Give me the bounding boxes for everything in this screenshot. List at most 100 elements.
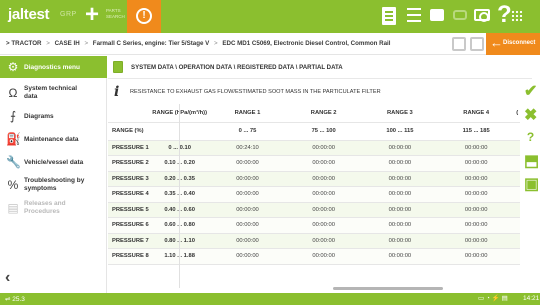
- sidebar-item-releases-procedures[interactable]: ▤ Releases and Procedures: [0, 197, 107, 219]
- data-table: RANGE (hPa/(m³/h)) RANGE 1 RANGE 2 RANGE…: [108, 104, 520, 265]
- table-row: PRESSURE 30.20 ... 0.3500:00:0000:00:000…: [108, 171, 520, 187]
- disconnect-button[interactable]: ← Disconnect: [486, 33, 540, 55]
- table-cell: 00:00:00: [361, 233, 439, 249]
- add-icon[interactable]: +: [85, 3, 99, 27]
- sidebar-item-label: Releases and Procedures: [24, 200, 66, 215]
- table-cell: 00:00:00: [438, 186, 515, 203]
- breadcrumb-item-vehicle-type[interactable]: TRACTOR: [11, 40, 41, 47]
- table-cell: 00:00:00: [361, 171, 439, 187]
- table-cell: 00:00:00: [285, 171, 362, 187]
- table-header-cell: RANGE 4: [438, 104, 515, 123]
- row-label: PRESSURE 8: [108, 248, 150, 265]
- report-icon[interactable]: [382, 7, 396, 25]
- table-cell: 00:00:00: [438, 202, 515, 218]
- breadcrumb-separator: >: [214, 40, 218, 47]
- row-label: PRESSURE 2: [108, 155, 150, 172]
- sidebar-item-label: Diagnostics menu: [24, 64, 80, 71]
- row-label: PRESSURE 4: [108, 186, 150, 203]
- apps-grid-icon[interactable]: [511, 10, 523, 22]
- table-row: PRESSURE 50.40 ... 0.6000:00:0000:00:000…: [108, 202, 520, 218]
- clock: 14:21: [523, 295, 540, 302]
- sidebar: ⚙ Diagnostics menu Ω System technical da…: [0, 56, 107, 293]
- table-row: PRESSURE 20.10 ... 0.2000:00:0000:00:000…: [108, 155, 520, 172]
- breadcrumb: > TRACTOR > CASE IH > Farmall C Series, …: [6, 40, 391, 47]
- table-header-cell: RANGE (%): [108, 122, 150, 141]
- sidebar-item-vehicle-vessel-data[interactable]: 🔧 Vehicle/vessel data: [0, 151, 107, 173]
- info-text: RESISTANCE TO EXHAUST GAS FLOW/ESTIMATED…: [130, 89, 381, 95]
- row-label: PRESSURE 1: [108, 140, 150, 156]
- vehicle-icon[interactable]: [453, 10, 467, 20]
- print-icon[interactable]: [430, 9, 444, 21]
- parts-search-button[interactable]: PARTS SEARCH: [106, 8, 126, 20]
- sidebar-item-diagnostics-menu[interactable]: ⚙ Diagnostics menu: [0, 56, 107, 78]
- row-label: PRESSURE 5: [108, 202, 150, 218]
- table-cell: 00:00:00: [285, 140, 362, 156]
- settings-toggle-icon[interactable]: [470, 37, 484, 51]
- disconnect-label: Disconnect: [503, 40, 536, 46]
- column-divider: [179, 104, 180, 288]
- table-row: PRESSURE 81.10 ... 1.8800:00:0000:00:000…: [108, 248, 520, 265]
- pages-icon[interactable]: ▣: [524, 177, 539, 193]
- document-icon: [113, 61, 123, 73]
- help-icon[interactable]: ?: [497, 3, 512, 27]
- status-bar: ⇌ 25.3 ▭ ◔ ⚡ ▤ 14:21: [0, 293, 540, 305]
- table-row: PRESSURE 60.60 ... 0.8000:00:0000:00:000…: [108, 217, 520, 234]
- table-cell: 00:00:00: [285, 186, 362, 203]
- horizontal-scrollbar[interactable]: [108, 287, 520, 290]
- check-icon[interactable]: ✔: [524, 84, 537, 100]
- info-row: i RESISTANCE TO EXHAUST GAS FLOW/ESTIMAT…: [108, 80, 532, 104]
- wrench-icon: 🔧: [6, 155, 21, 169]
- info-alert-icon: !: [136, 8, 152, 24]
- table-cell: 00:00:00: [361, 186, 439, 203]
- status-icons: ▭ ◔ ⚡ ▤: [478, 295, 508, 302]
- table-cell: 00:00:00: [438, 217, 515, 234]
- row-label: PRESSURE 6: [108, 217, 150, 234]
- close-icon[interactable]: ✖: [524, 108, 537, 124]
- back-chevron-icon[interactable]: ‹: [5, 269, 10, 287]
- table-cell: 00:00:00: [209, 171, 286, 187]
- table-cell: 00:00:00: [438, 171, 515, 187]
- table-header-cell: RANGE 3: [361, 104, 439, 123]
- table-cell: 00:00:00: [438, 248, 515, 265]
- table-header-cell: RANGE 1: [209, 104, 286, 123]
- data-table-container[interactable]: RANGE (hPa/(m³/h)) RANGE 1 RANGE 2 RANGE…: [108, 104, 520, 290]
- breadcrumb-separator: >: [84, 40, 89, 47]
- table-cell: 00:00:00: [209, 233, 286, 249]
- sidebar-item-system-technical-data[interactable]: Ω System technical data: [0, 82, 107, 104]
- table-subheader-row: RANGE (%) 0 ... 75 75 ... 100 100 ... 11…: [108, 122, 520, 141]
- table-cell: 00:00:00: [361, 155, 439, 172]
- sidebar-item-maintenance-data[interactable]: ⛽ Maintenance data: [0, 128, 107, 150]
- table-row: PRESSURE 10 ... 0.10 00:24:10 00:00:00 00:0…: [108, 140, 520, 156]
- table-cell: 00:00:00: [438, 140, 515, 156]
- export-icon[interactable]: ⬒: [524, 154, 539, 170]
- breadcrumb-item-brand[interactable]: CASE IH: [55, 40, 80, 47]
- table-cell: 00:00:00: [438, 155, 515, 172]
- section-path-title: SYSTEM DATA \ OPERATION DATA \ REGISTERE…: [131, 64, 343, 71]
- table-cell: 00:24:10: [209, 140, 286, 156]
- table-row: PRESSURE 70.80 ... 1.1000:00:0000:00:000…: [108, 233, 520, 249]
- grp-button[interactable]: GRP: [60, 11, 77, 18]
- info-icon: i: [114, 84, 120, 100]
- warning-button[interactable]: !: [127, 0, 161, 33]
- camera-icon[interactable]: [474, 9, 490, 22]
- top-toolbar: jaltest GRP + PARTS SEARCH ! ?: [0, 0, 540, 33]
- table-header-cell: 0 ... 75: [209, 122, 286, 141]
- sidebar-item-label: Vehicle/vessel data: [24, 159, 84, 166]
- list-icon[interactable]: [407, 8, 421, 22]
- breadcrumb-item-system[interactable]: EDC MD1 C5069, Electronic Diesel Control…: [222, 40, 390, 47]
- sidebar-item-troubleshooting[interactable]: % Troubleshooting by symptoms: [0, 174, 107, 196]
- row-label: PRESSURE 3: [108, 171, 150, 187]
- test-icon[interactable]: [452, 37, 466, 51]
- omega-icon: Ω: [8, 86, 18, 100]
- table-cell: 00:00:00: [285, 217, 362, 234]
- breadcrumb-item-model[interactable]: Farmall C Series, engine: Tier 5/Stage V: [93, 40, 209, 47]
- help-icon[interactable]: ?: [524, 131, 537, 144]
- scrollbar-thumb[interactable]: [333, 287, 443, 290]
- table-header-cell: 100 ... 115: [361, 122, 439, 141]
- percent-icon: %: [7, 178, 19, 192]
- table-header-cell: 115 ... 185: [438, 122, 515, 141]
- section-header: SYSTEM DATA \ OPERATION DATA \ REGISTERE…: [108, 56, 532, 79]
- sidebar-item-label: Maintenance data: [24, 136, 79, 143]
- sidebar-item-diagrams[interactable]: ⨍ Diagrams: [0, 105, 107, 127]
- table-cell: 00:00:00: [285, 248, 362, 265]
